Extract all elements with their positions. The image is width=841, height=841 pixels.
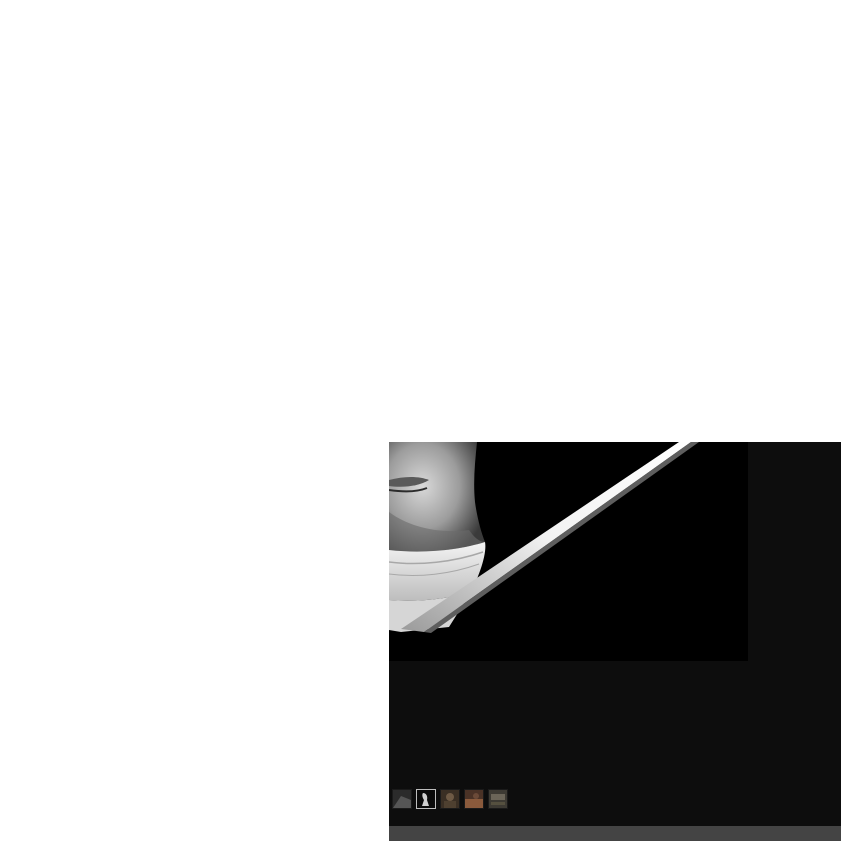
thumbnail-2-graphic (417, 790, 435, 808)
thumbnail-1[interactable] (392, 789, 412, 809)
main-photo-graphic (389, 442, 748, 661)
thumbnail-4-graphic (465, 790, 483, 808)
image-viewer (389, 442, 841, 841)
thumbnail-5[interactable] (488, 789, 508, 809)
thumbnail-3-graphic (441, 790, 459, 808)
viewer-bottom-bar (389, 826, 841, 841)
thumbnail-4[interactable] (464, 789, 484, 809)
thumbnail-5-graphic (489, 790, 507, 808)
thumbnail-1-graphic (393, 790, 411, 808)
thumbnail-2-selected[interactable] (416, 789, 436, 809)
main-photo[interactable] (389, 442, 748, 661)
thumbnail-3[interactable] (440, 789, 460, 809)
page-background (0, 0, 841, 841)
thumbnail-strip (392, 789, 508, 811)
